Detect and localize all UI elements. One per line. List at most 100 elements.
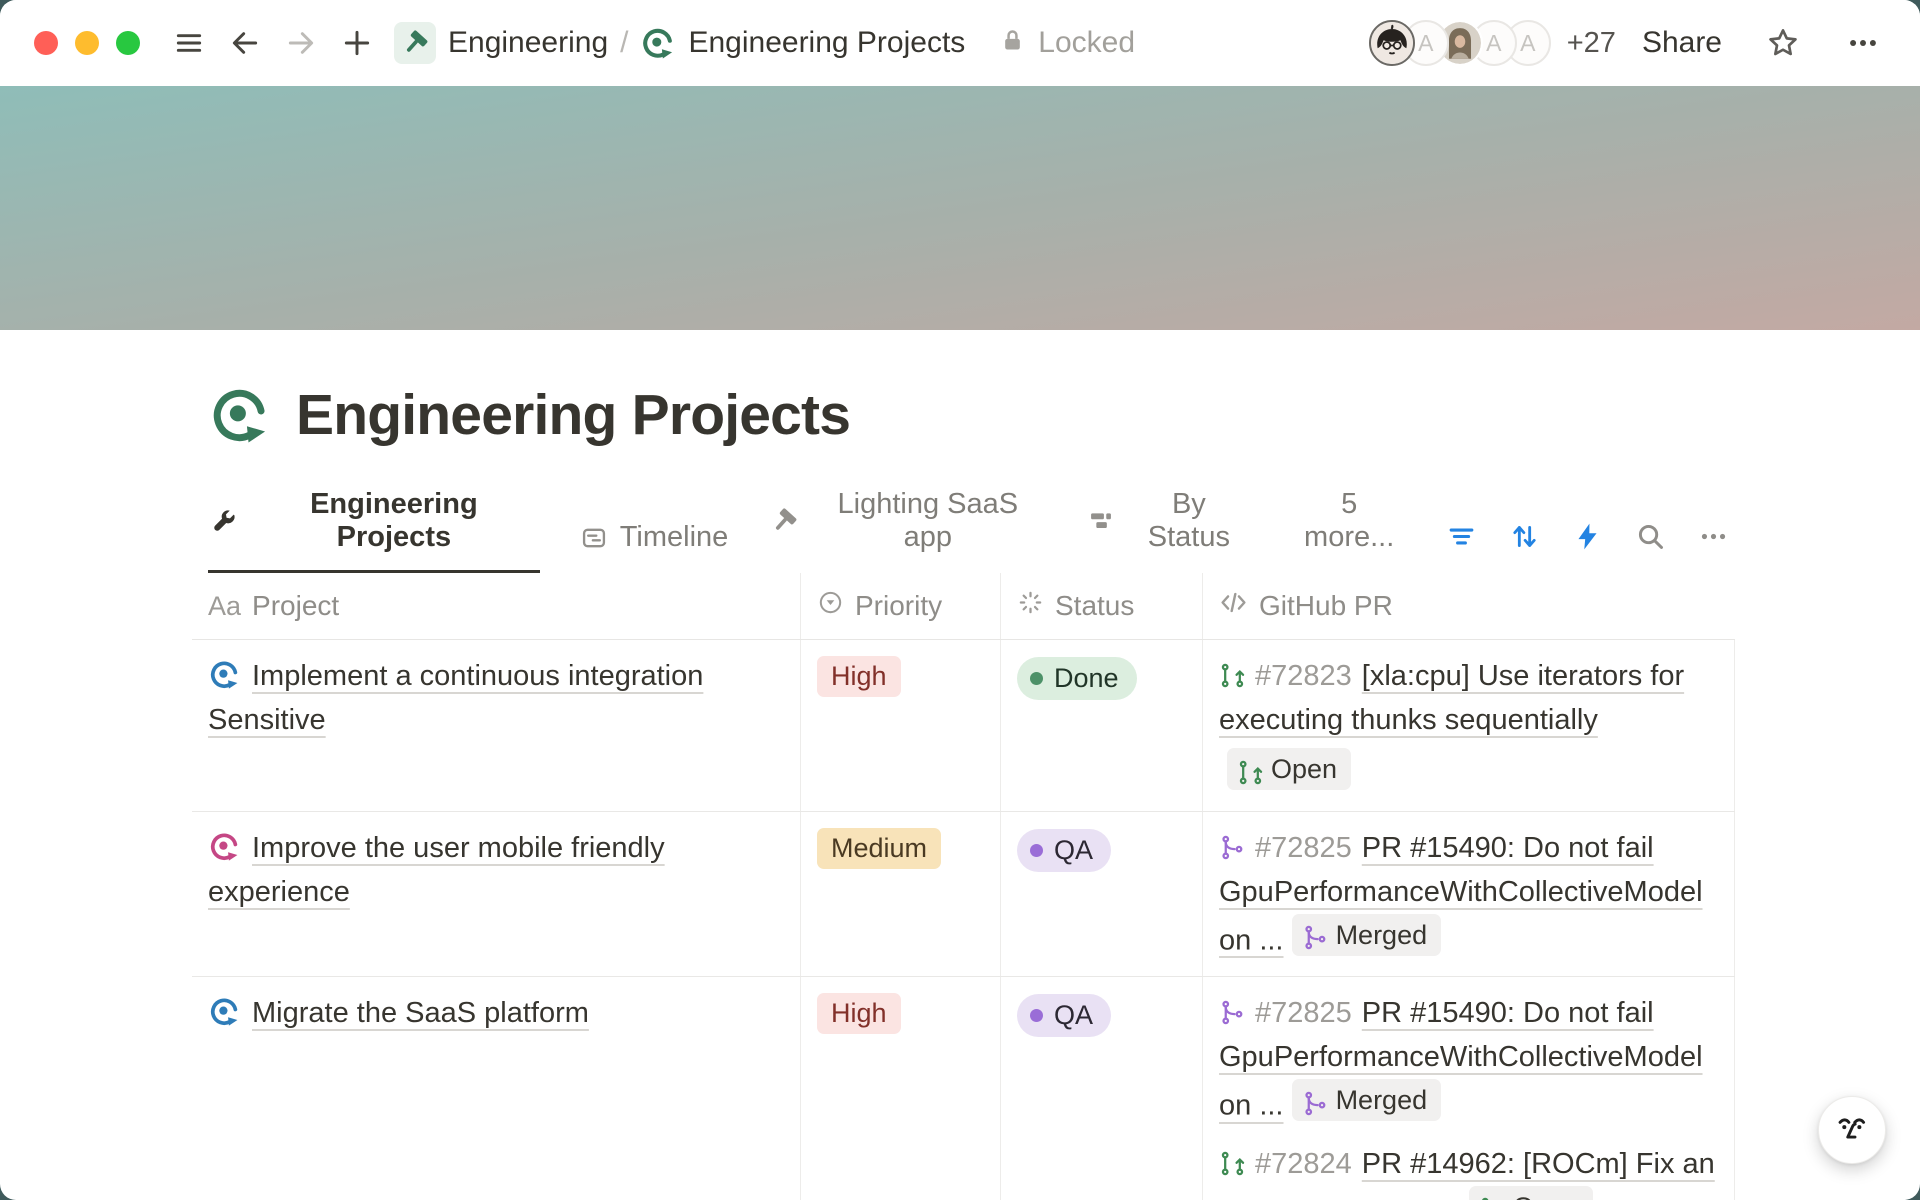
pr-number: #72825 — [1255, 832, 1352, 864]
tab-timeline[interactable]: Timeline — [578, 513, 731, 573]
breadcrumb-root[interactable]: Engineering — [448, 26, 608, 60]
priority-cell[interactable]: High — [800, 640, 1000, 811]
project-cell[interactable]: Migrate the SaaS platform — [192, 977, 800, 1200]
priority-badge[interactable]: Medium — [817, 828, 941, 869]
page-title: Engineering Projects — [296, 382, 850, 448]
column-label: Status — [1055, 590, 1134, 622]
avatar-overflow-count[interactable]: +27 — [1567, 27, 1616, 60]
status-label: QA — [1054, 996, 1093, 1035]
avatar[interactable] — [1369, 20, 1415, 66]
status-cell[interactable]: QA — [1000, 812, 1202, 977]
pr-state-chip[interactable]: Merged — [1292, 1079, 1442, 1121]
pull-request-open-icon — [1479, 1194, 1504, 1200]
status-cell[interactable]: QA — [1000, 977, 1202, 1200]
pr-mention[interactable]: #72825PR #15490: Do not fail GpuPerforma… — [1219, 991, 1718, 1128]
close-window-button[interactable] — [34, 31, 58, 55]
status-dot-icon — [1030, 672, 1043, 685]
titlebar-right: A A A +27 Share — [1369, 20, 1884, 66]
ai-face-icon — [1831, 1108, 1873, 1153]
sort-button[interactable] — [1509, 521, 1540, 555]
cycle-icon — [208, 830, 241, 863]
priority-cell[interactable]: Medium — [800, 812, 1000, 977]
page-cover-image — [0, 86, 1920, 330]
project-link[interactable]: Migrate the SaaS platform — [252, 997, 589, 1029]
pr-state-label: Open — [1513, 1187, 1579, 1200]
pr-mention[interactable]: #72825PR #15490: Do not fail GpuPerforma… — [1219, 826, 1718, 963]
ai-assistant-button[interactable] — [1818, 1096, 1886, 1164]
tab-engineering-projects[interactable]: Engineering Projects — [208, 480, 540, 573]
pr-mention[interactable]: #72823[xla:cpu] Use iterators for execut… — [1219, 654, 1718, 797]
view-toolbar — [1446, 521, 1735, 573]
github-pr-cell[interactable]: #72825PR #15490: Do not fail GpuPerforma… — [1202, 977, 1735, 1200]
star-icon — [1765, 25, 1801, 61]
hammer-icon[interactable] — [394, 22, 436, 64]
column-label: Project — [252, 590, 339, 622]
tab-label: By Status — [1127, 488, 1250, 554]
status-cell[interactable]: Done — [1000, 640, 1202, 811]
project-cell[interactable]: Implement a continuous integration Sensi… — [192, 640, 800, 811]
status-pill[interactable]: QA — [1017, 829, 1111, 872]
page-cycle-icon[interactable] — [208, 383, 272, 447]
pr-state-chip[interactable]: Merged — [1292, 914, 1442, 956]
column-header-status[interactable]: Status — [1000, 573, 1202, 639]
status-pill[interactable]: QA — [1017, 994, 1111, 1037]
zoom-window-button[interactable] — [116, 31, 140, 55]
minimize-window-button[interactable] — [75, 31, 99, 55]
tab-by-status[interactable]: By Status — [1085, 480, 1252, 573]
column-label: Priority — [855, 590, 942, 622]
pull-request-open-icon — [1237, 757, 1262, 782]
plus-icon — [341, 27, 373, 59]
table-row: Improve the user mobile friendly experie… — [192, 812, 1735, 978]
share-button[interactable]: Share — [1642, 26, 1722, 60]
more-options-button[interactable] — [1842, 22, 1884, 64]
back-button[interactable] — [224, 22, 266, 64]
status-label: Done — [1054, 659, 1119, 698]
pr-state-chip[interactable]: Open — [1469, 1186, 1593, 1200]
automations-button[interactable] — [1572, 521, 1603, 555]
pr-number: #72823 — [1255, 660, 1352, 692]
search-button[interactable] — [1635, 521, 1666, 555]
code-icon — [1219, 588, 1248, 624]
lock-status[interactable]: Locked — [999, 26, 1135, 60]
tab-lighting-saas-app[interactable]: Lighting SaaS app — [768, 480, 1047, 573]
table-row: Migrate the SaaS platform High QA #72825… — [192, 977, 1735, 1200]
priority-badge[interactable]: High — [817, 656, 901, 697]
forward-button[interactable] — [280, 22, 322, 64]
github-pr-cell[interactable]: #72823[xla:cpu] Use iterators for execut… — [1202, 640, 1735, 811]
project-cell[interactable]: Improve the user mobile friendly experie… — [192, 812, 800, 977]
filter-button[interactable] — [1446, 521, 1477, 555]
new-page-button[interactable] — [336, 22, 378, 64]
column-header-github-pr[interactable]: GitHub PR — [1202, 573, 1735, 639]
breadcrumb-separator: / — [620, 26, 628, 60]
column-header-priority[interactable]: Priority — [800, 573, 1000, 639]
git-merge-icon — [1302, 922, 1327, 947]
tab-more-views[interactable]: 5 more... — [1290, 480, 1408, 573]
view-tabs: Engineering Projects Timeline Lighting S… — [192, 480, 1735, 573]
back-arrow-icon — [229, 27, 261, 59]
table-row: Implement a continuous integration Sensi… — [192, 640, 1735, 812]
view-options-button[interactable] — [1698, 521, 1729, 555]
pr-state-label: Merged — [1336, 1080, 1428, 1120]
cycle-icon — [208, 995, 241, 1028]
pr-state-chip[interactable]: Open — [1227, 748, 1351, 790]
status-dot-icon — [1030, 844, 1043, 857]
project-link[interactable]: Implement a continuous integration Sensi… — [208, 660, 703, 736]
traffic-lights — [34, 31, 140, 55]
favorite-button[interactable] — [1762, 22, 1804, 64]
collaborator-avatars[interactable]: A A A — [1369, 20, 1551, 66]
more-icon — [1846, 26, 1880, 60]
page-content: Engineering Projects Engineering Project… — [192, 382, 1735, 1200]
breadcrumb-current[interactable]: Engineering Projects — [688, 26, 965, 60]
status-pill[interactable]: Done — [1017, 657, 1137, 700]
project-link[interactable]: Improve the user mobile friendly experie… — [208, 832, 665, 908]
status-spinner-icon — [1017, 589, 1044, 623]
pr-mention[interactable]: #72824PR #14962: [ROCm] Fix an issue wit… — [1219, 1142, 1718, 1200]
window-titlebar: Engineering / Engineering Projects Locke… — [0, 0, 1920, 86]
priority-badge[interactable]: High — [817, 993, 901, 1034]
column-header-project[interactable]: Aa Project — [192, 573, 800, 639]
app-window: Engineering / Engineering Projects Locke… — [0, 0, 1920, 1200]
pull-request-open-icon — [1219, 658, 1246, 685]
github-pr-cell[interactable]: #72825PR #15490: Do not fail GpuPerforma… — [1202, 812, 1735, 977]
sidebar-menu-button[interactable] — [168, 22, 210, 64]
priority-cell[interactable]: High — [800, 977, 1000, 1200]
